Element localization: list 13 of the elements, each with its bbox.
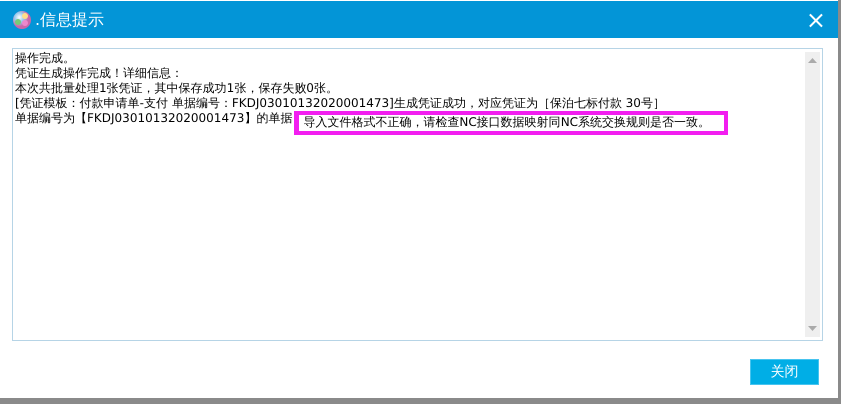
app-logo-icon — [12, 10, 32, 30]
message-line: 本次共批量处理1张凭证，其中保存成功1张，保存失败0张。 — [15, 81, 338, 96]
scrollbar[interactable] — [805, 52, 820, 337]
message-line: [凭证模板：付款申请单-支付 单据编号：FKDJ03010132020001473]生成凭证成功，对应凭证为［保泊七标付款 30号］ — [15, 96, 665, 111]
window-title: .信息提示 — [35, 8, 104, 30]
message-line: 操作完成。 — [15, 51, 75, 66]
message-line: 凭证生成操作完成！详细信息： — [15, 66, 183, 81]
close-button[interactable]: × — [802, 8, 830, 32]
highlighted-message: 导入文件格式不正确，请检查NC接口数据映射同NC系统交换规则是否一致。 — [294, 111, 728, 135]
close-button[interactable]: 关闭 — [750, 359, 819, 385]
scroll-up-icon[interactable] — [808, 58, 817, 63]
scroll-down-icon[interactable] — [808, 326, 817, 331]
message-line: 单据编号为【FKDJ03010132020001473】的单据 — [15, 111, 292, 126]
